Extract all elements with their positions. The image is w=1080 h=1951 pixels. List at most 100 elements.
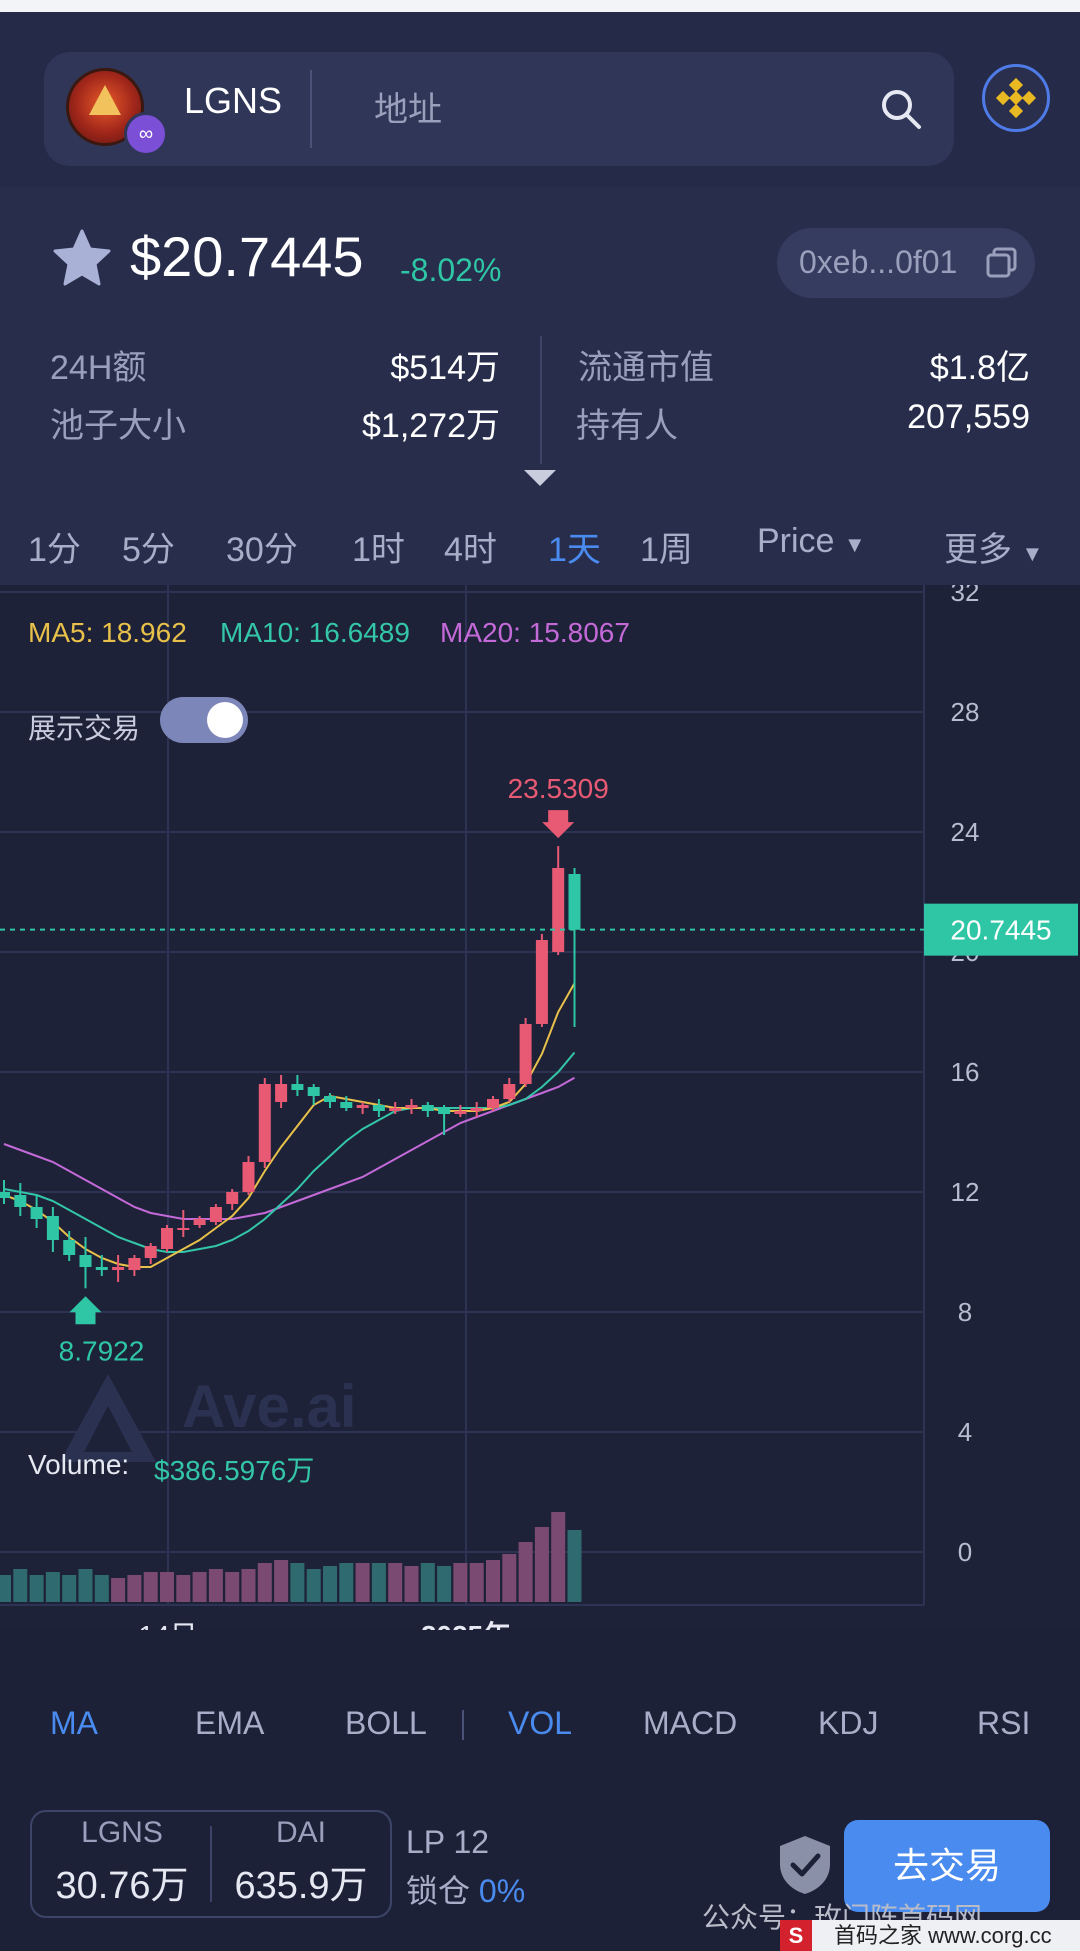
- star-icon[interactable]: [52, 228, 112, 288]
- lock-row: 锁仓 0%: [406, 1866, 525, 1912]
- candle-body: [519, 1024, 532, 1084]
- contract-address-button[interactable]: 0xeb...0f01: [777, 228, 1035, 298]
- candle-body: [258, 1084, 271, 1162]
- volume-label: Volume:: [28, 1449, 130, 1480]
- y-tick-label: 4: [958, 1417, 972, 1447]
- search-bar[interactable]: ∞ LGNS 地址: [44, 52, 954, 166]
- lock-label: 锁仓: [406, 1873, 471, 1909]
- holders-value: 207,559: [907, 398, 1030, 436]
- volume-bar: [339, 1563, 354, 1602]
- header: ∞ LGNS 地址: [0, 12, 1080, 187]
- search-icon[interactable]: [879, 87, 923, 131]
- candle-body: [242, 1162, 255, 1192]
- volume-bar: [388, 1563, 403, 1602]
- search-input[interactable]: 地址: [374, 82, 442, 131]
- max-arrow-icon: [542, 810, 575, 839]
- ma5-legend: MA5: 18.962: [28, 617, 187, 648]
- candle-body: [503, 1084, 516, 1099]
- candle-body: [356, 1105, 369, 1108]
- x-tick-label: 14日: [138, 1620, 197, 1630]
- price-dropdown-label: Price: [757, 522, 835, 560]
- vol24h-label: 24H额: [50, 349, 147, 387]
- tab-4h[interactable]: 4时: [444, 522, 497, 571]
- volume-bar: [29, 1575, 44, 1602]
- volume-bar: [534, 1527, 549, 1602]
- tab-1m[interactable]: 1分: [28, 522, 81, 571]
- candle-body: [226, 1192, 239, 1204]
- indicator-macd[interactable]: MACD: [643, 1705, 737, 1742]
- more-dropdown-label: 更多: [944, 531, 1012, 569]
- current-price-label: 20.7445: [950, 915, 1051, 946]
- volume-bar: [306, 1569, 321, 1602]
- volume-bar: [160, 1572, 174, 1602]
- candle-body: [144, 1246, 157, 1258]
- mcap-value: $1.8亿: [929, 349, 1030, 387]
- volume-bar: [62, 1575, 77, 1602]
- bnb-wallet-icon[interactable]: [982, 64, 1050, 132]
- candle-body: [275, 1084, 288, 1102]
- candle-body: [95, 1267, 108, 1270]
- volume-bar: [143, 1572, 158, 1602]
- volume-bar: [94, 1575, 109, 1602]
- volume-bar: [469, 1563, 484, 1602]
- indicator-separator: [462, 1710, 464, 1740]
- indicator-ema[interactable]: EMA: [195, 1705, 264, 1742]
- ma10-legend: MA10: 16.6489: [220, 617, 410, 648]
- pair-divider: [210, 1826, 212, 1902]
- volume-bar: [241, 1569, 256, 1602]
- candle-body: [438, 1108, 451, 1114]
- volume-bar: [453, 1563, 468, 1602]
- min-arrow-icon: [69, 1296, 102, 1325]
- volume-bar: [225, 1572, 240, 1602]
- pool-value: $1,272万: [362, 407, 500, 445]
- show-trades-toggle[interactable]: [160, 697, 248, 743]
- candle-body: [307, 1087, 320, 1096]
- indicator-kdj[interactable]: KDJ: [818, 1705, 878, 1742]
- y-tick-label: 0: [958, 1537, 972, 1567]
- price-dropdown[interactable]: Price ▼: [757, 522, 866, 561]
- candle-body: [161, 1228, 173, 1249]
- candle-body: [63, 1240, 76, 1255]
- candle-body: [405, 1105, 418, 1108]
- tab-1h[interactable]: 1时: [352, 522, 405, 571]
- pair2-label: DAI: [275, 1816, 326, 1849]
- x-tick-label: 2025年: [421, 1619, 511, 1630]
- candle-body: [389, 1108, 402, 1111]
- volume-bar: [274, 1560, 289, 1602]
- collapse-caret-icon[interactable]: [524, 470, 556, 486]
- tab-1d[interactable]: 1天: [548, 522, 601, 571]
- tab-1w[interactable]: 1周: [640, 522, 693, 571]
- indicator-boll[interactable]: BOLL: [345, 1705, 427, 1742]
- tab-30m[interactable]: 30分: [226, 522, 298, 571]
- holders-label: 持有人: [576, 407, 678, 445]
- volume-bar: [257, 1563, 272, 1602]
- candle-body: [46, 1216, 59, 1240]
- candle-body: [421, 1105, 434, 1111]
- lock-value: 0%: [478, 1873, 526, 1909]
- indicator-ma[interactable]: MA: [50, 1705, 98, 1742]
- chart-area[interactable]: Ave.ai 32282420161284014日2025年 20.744523…: [0, 585, 1080, 1630]
- volume-bar: [551, 1512, 566, 1602]
- y-tick-label: 12: [951, 1177, 980, 1207]
- vol24h-value: $514万: [390, 349, 500, 387]
- stats-divider: [540, 336, 542, 464]
- contract-address: 0xeb...0f01: [799, 244, 958, 280]
- volume-bar: [323, 1566, 337, 1602]
- candle-body: [0, 1192, 10, 1198]
- volume-value: $386.5976万: [154, 1455, 315, 1486]
- indicator-vol[interactable]: VOL: [508, 1705, 572, 1742]
- more-dropdown[interactable]: 更多 ▼: [944, 522, 1043, 571]
- copy-icon[interactable]: [985, 246, 1019, 280]
- show-trades-label: 展示交易: [28, 713, 141, 744]
- ma20-legend: MA20: 15.8067: [440, 617, 630, 648]
- token-name: LGNS: [184, 80, 283, 121]
- candle-body: [470, 1108, 483, 1111]
- volume-bar: [486, 1560, 500, 1602]
- indicator-rsi[interactable]: RSI: [977, 1705, 1030, 1742]
- shield-icon: [780, 1836, 830, 1894]
- min-price-label: 8.7922: [59, 1335, 145, 1366]
- volume-bar: [518, 1542, 533, 1602]
- tab-5m[interactable]: 5分: [122, 522, 175, 571]
- volume-bar: [13, 1569, 28, 1602]
- site-logo-icon: S: [780, 1920, 812, 1951]
